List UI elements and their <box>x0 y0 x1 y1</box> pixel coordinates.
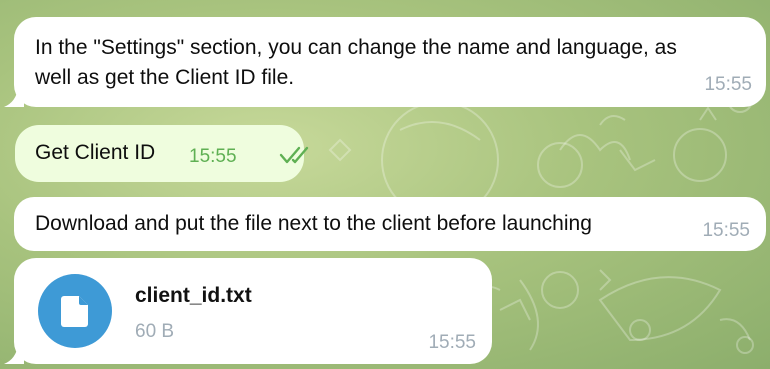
message-text-line: In the "Settings" section, you can chang… <box>35 36 677 59</box>
file-name[interactable]: client_id.txt <box>135 284 252 308</box>
double-check-icon <box>279 146 309 164</box>
message-text: In the "Settings" section, you can chang… <box>35 33 677 93</box>
message-text-line: well as get the Client ID file. <box>35 66 295 89</box>
file-size: 60 B <box>135 321 175 342</box>
bubble-tail-icon <box>4 88 24 107</box>
message-time: 15:55 <box>428 332 476 353</box>
message-bubble-incoming[interactable]: Download and put the file next to the cl… <box>14 197 766 251</box>
document-icon <box>61 296 88 327</box>
message-bubble-outgoing[interactable]: Get Client ID 15:55 <box>15 125 309 182</box>
file-download-button[interactable] <box>38 274 112 348</box>
message-time: 15:55 <box>189 146 237 167</box>
message-text: Get Client ID <box>35 141 156 164</box>
message-time: 15:55 <box>704 74 752 95</box>
file-message-bubble[interactable]: client_id.txt 60 B 15:55 <box>14 258 492 364</box>
bubble-tail-icon <box>4 345 24 364</box>
message-text: Download and put the file next to the cl… <box>35 212 592 235</box>
message-time: 15:55 <box>702 220 750 241</box>
message-bubble-incoming[interactable]: In the "Settings" section, you can chang… <box>14 17 766 107</box>
chat-background: In the "Settings" section, you can chang… <box>0 0 770 369</box>
